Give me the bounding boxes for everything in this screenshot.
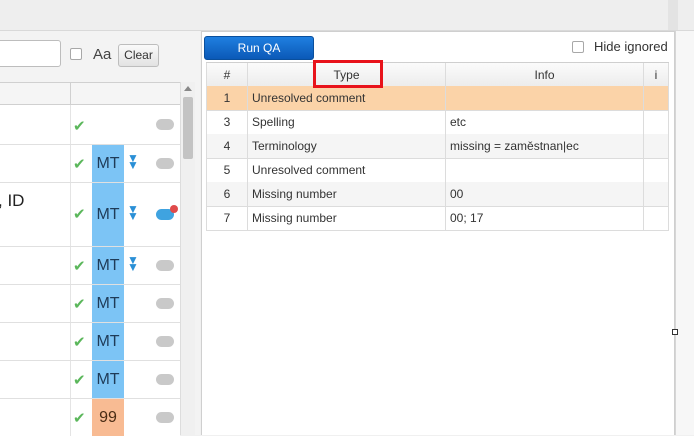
mt-match-badge: MT xyxy=(92,323,124,360)
table-row[interactable]: 1 Unresolved comment xyxy=(206,86,669,111)
segment-row[interactable]: , ID ✔ MT ▼ ▼ xyxy=(0,183,180,247)
comment-bubble-icon[interactable] xyxy=(156,374,174,385)
check-icon: ✔ xyxy=(73,296,86,313)
table-header: # Type Info i xyxy=(206,62,669,88)
row-number: 1 xyxy=(206,86,248,110)
row-number: 5 xyxy=(206,158,248,182)
scrollbar-thumb[interactable] xyxy=(183,97,193,159)
row-info: 00; 17 xyxy=(446,206,644,230)
row-info: etc xyxy=(446,110,644,134)
clear-button[interactable]: Clear xyxy=(118,44,159,67)
column-header-ignore[interactable]: i xyxy=(644,63,669,87)
grid-scrollbar[interactable] xyxy=(180,82,195,435)
row-ignore[interactable] xyxy=(644,110,669,134)
mt-match-badge: MT xyxy=(92,183,124,246)
row-number: 3 xyxy=(206,110,248,134)
table-row[interactable]: 3 Spelling etc xyxy=(206,110,669,135)
segment-row[interactable]: ✔ MT xyxy=(0,285,180,323)
row-number: 4 xyxy=(206,134,248,158)
mt-match-badge: MT xyxy=(92,361,124,398)
double-chevron-down-icon[interactable]: ▼ ▼ xyxy=(127,152,139,171)
row-number: 7 xyxy=(206,206,248,230)
row-ignore[interactable] xyxy=(644,206,669,230)
mt-match-badge: MT xyxy=(92,285,124,322)
column-header-number[interactable]: # xyxy=(206,63,248,87)
check-icon: ✔ xyxy=(73,372,86,389)
comment-bubble-icon[interactable] xyxy=(156,119,174,130)
row-type: Unresolved comment xyxy=(248,158,446,182)
row-ignore[interactable] xyxy=(644,134,669,158)
comment-bubble-icon[interactable] xyxy=(156,412,174,423)
segment-row[interactable]: ✔ MT xyxy=(0,323,180,361)
row-info xyxy=(446,158,644,182)
segment-row[interactable]: ✔ 99 xyxy=(0,399,180,436)
window-scroll-track xyxy=(668,0,678,30)
segment-row[interactable]: ✔ xyxy=(0,105,180,145)
row-type: Missing number xyxy=(248,182,446,206)
check-icon: ✔ xyxy=(73,206,86,223)
check-icon: ✔ xyxy=(73,156,86,173)
hide-ignored-label: Hide ignored xyxy=(594,39,668,54)
row-type: Missing number xyxy=(248,206,446,230)
top-toolbar-area xyxy=(0,0,694,30)
row-ignore[interactable] xyxy=(644,86,669,110)
column-header-info[interactable]: Info xyxy=(446,63,644,87)
row-type: Spelling xyxy=(248,110,446,134)
row-info: 00 xyxy=(446,182,644,206)
segments-grid: ✔ ✔ MT ▼ ▼ , ID ✔ MT ▼ ▼ ✔ MT ▼ ▼ ✔ MT ✔ MT xyxy=(0,82,180,436)
table-row[interactable]: 4 Terminology missing = zaměstnan|ec xyxy=(206,134,669,159)
match-case-label: Aa xyxy=(93,46,112,63)
check-icon: ✔ xyxy=(73,258,86,275)
check-icon: ✔ xyxy=(73,334,86,351)
segment-row[interactable]: ✔ MT ▼ ▼ xyxy=(0,145,180,183)
table-row[interactable]: 6 Missing number 00 xyxy=(206,182,669,207)
row-info xyxy=(446,86,644,110)
check-icon: ✔ xyxy=(73,410,86,427)
grid-header xyxy=(0,83,180,105)
match-case-checkbox[interactable] xyxy=(70,48,82,60)
mt-match-badge: MT xyxy=(92,247,124,284)
comment-bubble-icon[interactable] xyxy=(156,260,174,271)
segment-row[interactable]: ✔ MT ▼ ▼ xyxy=(0,247,180,285)
row-type: Unresolved comment xyxy=(248,86,446,110)
mt-match-badge: MT xyxy=(92,145,124,182)
row-type: Terminology xyxy=(248,134,446,158)
hide-ignored-checkbox[interactable] xyxy=(572,41,584,53)
comment-bubble-icon[interactable] xyxy=(156,298,174,309)
run-qa-button[interactable]: Run QA xyxy=(204,36,314,60)
table-row[interactable]: 5 Unresolved comment xyxy=(206,158,669,183)
double-chevron-down-icon[interactable]: ▼ ▼ xyxy=(127,254,139,273)
segment-text: , ID xyxy=(0,191,25,210)
row-ignore[interactable] xyxy=(644,182,669,206)
segment-row[interactable]: ✔ MT xyxy=(0,361,180,399)
highlight-annotation-box xyxy=(313,60,383,88)
comment-bubble-icon[interactable] xyxy=(156,336,174,347)
scroll-up-arrow-icon[interactable] xyxy=(184,86,192,91)
table-row[interactable]: 7 Missing number 00; 17 xyxy=(206,206,669,231)
comment-error-icon[interactable] xyxy=(156,205,178,220)
double-chevron-down-icon[interactable]: ▼ ▼ xyxy=(127,203,139,222)
fuzzy-match-badge: 99 xyxy=(92,399,124,436)
row-number: 6 xyxy=(206,182,248,206)
comment-bubble-icon[interactable] xyxy=(156,158,174,169)
resize-handle[interactable] xyxy=(672,329,678,335)
row-info: missing = zaměstnan|ec xyxy=(446,134,644,158)
window-scrollbar[interactable] xyxy=(675,31,694,435)
search-input[interactable] xyxy=(0,40,61,67)
check-icon: ✔ xyxy=(73,118,86,135)
row-ignore[interactable] xyxy=(644,158,669,182)
